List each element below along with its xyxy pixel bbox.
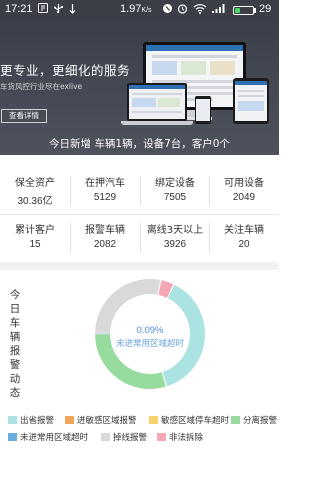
stat-label: 累计客户 (15, 225, 55, 236)
battery-fill (235, 8, 240, 13)
banner-headline: 更专业，更细化的服务 (0, 63, 131, 78)
stat-value: 15 (29, 239, 41, 250)
laptop-illustration (127, 83, 187, 121)
stats-col-divider (70, 176, 71, 206)
laptop-base (121, 121, 193, 125)
stat-value: 5129 (93, 192, 117, 203)
donut-center-percent: 0.09% (136, 325, 164, 336)
battery-icon (233, 6, 254, 15)
stat-secured-assets[interactable]: 保全资产 30.36亿 (0, 168, 70, 214)
tablet-illustration (233, 78, 269, 124)
legend-swatch (231, 416, 240, 424)
stat-alarm-vehicles[interactable]: 报警车辆 2082 (70, 215, 140, 261)
legend-item[interactable]: 非法拆除 (157, 432, 203, 444)
legend-label: 出省报警 (20, 416, 55, 426)
stat-total-customers[interactable]: 累计客户 15 (0, 215, 70, 261)
legend-item[interactable]: 分离报警 (231, 415, 277, 427)
stat-value: 30.36亿 (17, 196, 53, 207)
alarm-icon (177, 3, 188, 18)
stat-label: 在押汽车 (85, 178, 125, 189)
phone-illustration (195, 96, 211, 124)
stat-label: 保全资产 (15, 178, 55, 189)
stat-value: 3926 (163, 239, 187, 250)
stat-label: 关注车辆 (224, 225, 264, 236)
stat-followed-vehicles[interactable]: 关注车辆 20 (209, 215, 279, 261)
stats-col-divider (209, 176, 210, 206)
stat-value: 2049 (232, 192, 256, 203)
stats-row-divider (0, 214, 279, 215)
stats-col-divider (70, 223, 71, 253)
status-time: 17:21 (5, 3, 33, 15)
legend-label: 敏感区域停车超时 (161, 416, 230, 426)
stat-bound-devices[interactable]: 绑定设备 7505 (140, 168, 210, 214)
banner-tagline: 车货风控行业尽在exlive (0, 82, 83, 91)
view-details-button[interactable]: 查看详情 (1, 109, 47, 123)
stat-label: 离线3天以上 (146, 225, 204, 236)
stat-value: 20 (238, 239, 250, 250)
legend-swatch (8, 416, 17, 424)
vibrate-icon (162, 3, 173, 18)
legend-item[interactable]: 敏感区域停车超时 (149, 415, 229, 427)
stats-col-divider (209, 223, 210, 253)
stat-available-devices[interactable]: 可用设备 2049 (209, 168, 279, 214)
status-bar: 17:21 1.97K/s 29 (0, 0, 279, 20)
legend-swatch (101, 433, 110, 441)
network-speed: 1.97K/s (120, 3, 152, 15)
stat-value: 7505 (163, 192, 187, 203)
data-icon (68, 3, 77, 18)
legend-item[interactable]: 掉线报警 (101, 432, 147, 444)
legend-item[interactable]: 未进常用区域超时 (8, 432, 88, 444)
section-divider (0, 262, 279, 270)
donut-center-label: 未进常用区域超时 (115, 339, 184, 349)
stats-col-divider (140, 223, 141, 253)
battery-tip (254, 8, 256, 13)
stats-grid: 保全资产 30.36亿 在押汽车 5129 绑定设备 7505 可用设备 204… (0, 168, 279, 262)
stat-offline-3days[interactable]: 离线3天以上 3926 (140, 215, 210, 261)
legend-item[interactable]: 出省报警 (8, 415, 54, 427)
legend-swatch (157, 433, 166, 441)
alarm-section-title: 今日车辆报警动态 (9, 289, 21, 399)
stats-col-divider (140, 176, 141, 206)
wifi-icon (193, 3, 207, 18)
promo-banner[interactable]: 更专业，更细化的服务 车货风控行业尽在exlive 查看详情 今日新增 车辆1辆… (0, 20, 279, 155)
legend-label: 分离报警 (243, 416, 278, 426)
legend-label: 进敏感区域报警 (77, 416, 137, 426)
usb-icon (53, 3, 64, 18)
notification-icon (38, 3, 48, 17)
stat-label: 报警车辆 (85, 225, 125, 236)
legend-item[interactable]: 进敏感区域报警 (65, 415, 137, 427)
legend-swatch (8, 433, 17, 441)
stat-label: 可用设备 (224, 178, 264, 189)
signal-icon (211, 3, 227, 18)
legend-label: 掉线报警 (113, 433, 148, 443)
legend-label: 非法拆除 (169, 433, 204, 443)
legend-swatch (149, 416, 158, 424)
legend-label: 未进常用区域超时 (20, 433, 89, 443)
legend-swatch (65, 416, 74, 424)
today-summary: 今日新增 车辆1辆，设备7台，客户0个 (49, 138, 230, 150)
stat-mortgaged-cars[interactable]: 在押汽车 5129 (70, 168, 140, 214)
battery-level: 29 (259, 3, 272, 15)
stat-value: 2082 (93, 239, 117, 250)
stat-label: 绑定设备 (155, 178, 195, 189)
alarm-dynamics-panel: 今日车辆报警动态 0.09% 未进常用区域超时 出省报警 进敏感区域报警 敏感区域停… (0, 270, 279, 498)
